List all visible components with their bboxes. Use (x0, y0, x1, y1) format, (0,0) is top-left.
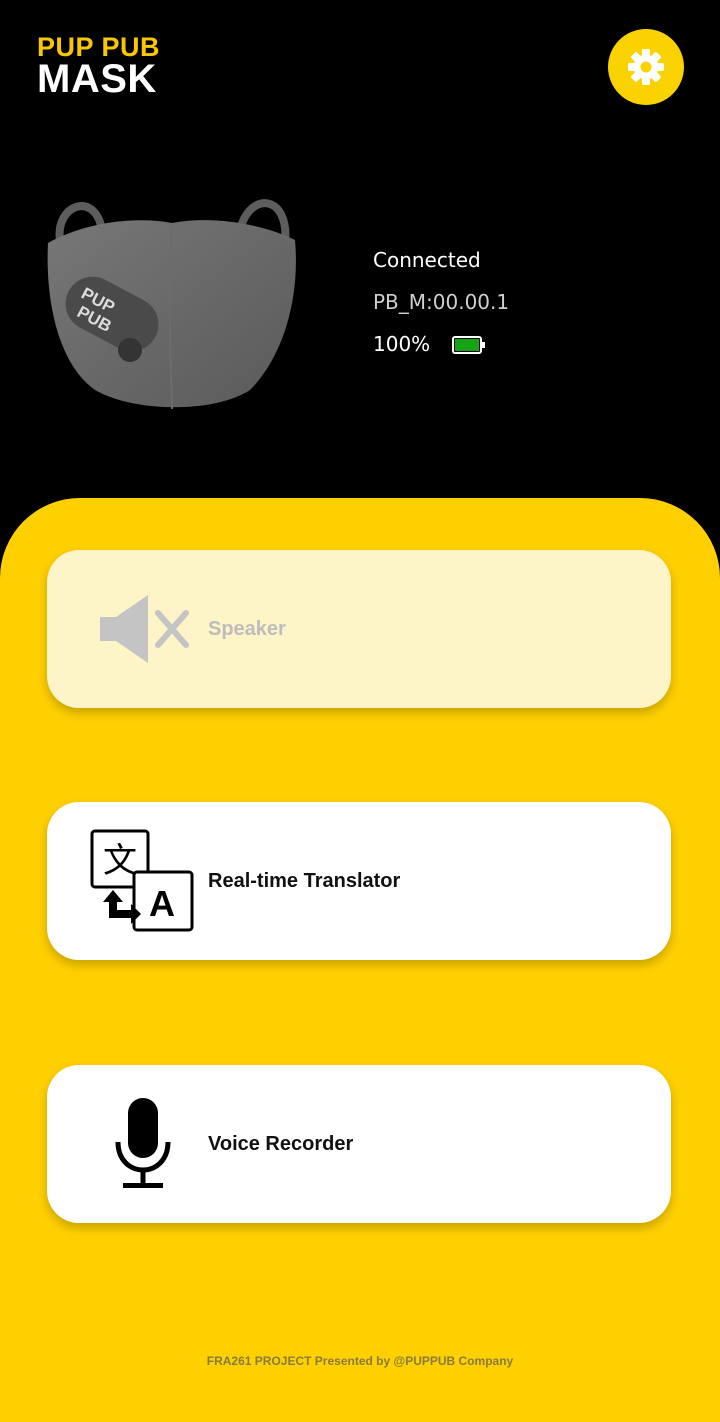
battery-percent: 100% (373, 332, 431, 356)
translator-label: Real-time Translator (208, 869, 401, 892)
face-mask-image: PUP PUB (40, 185, 305, 420)
settings-button[interactable] (608, 29, 684, 105)
voice-recorder-label: Voice Recorder (208, 1132, 354, 1155)
speaker-button[interactable]: Speaker (47, 550, 671, 708)
footer-credit: FRA261 PROJECT Presented by @PUPPUB Comp… (206, 1354, 514, 1368)
battery-icon (452, 336, 485, 354)
translator-button[interactable]: 文 A Real-time Translator (47, 802, 671, 960)
voice-recorder-button[interactable]: Voice Recorder (47, 1065, 671, 1223)
translate-icon: 文 A (83, 802, 203, 960)
app-logo: PUP PUB MASK (37, 34, 160, 101)
speaker-label: Speaker (208, 617, 286, 640)
connection-status: Connected (373, 248, 481, 272)
svg-text:A: A (149, 883, 175, 924)
speaker-muted-icon (83, 550, 203, 708)
gear-icon (628, 49, 664, 85)
microphone-icon (83, 1065, 203, 1223)
brand-title-bottom: MASK (37, 57, 157, 101)
actions-panel: Speaker 文 A Real-time Translator Voice R… (0, 498, 720, 1422)
svg-text:文: 文 (103, 841, 137, 881)
device-id: PB_M:00.00.1 (373, 290, 510, 314)
